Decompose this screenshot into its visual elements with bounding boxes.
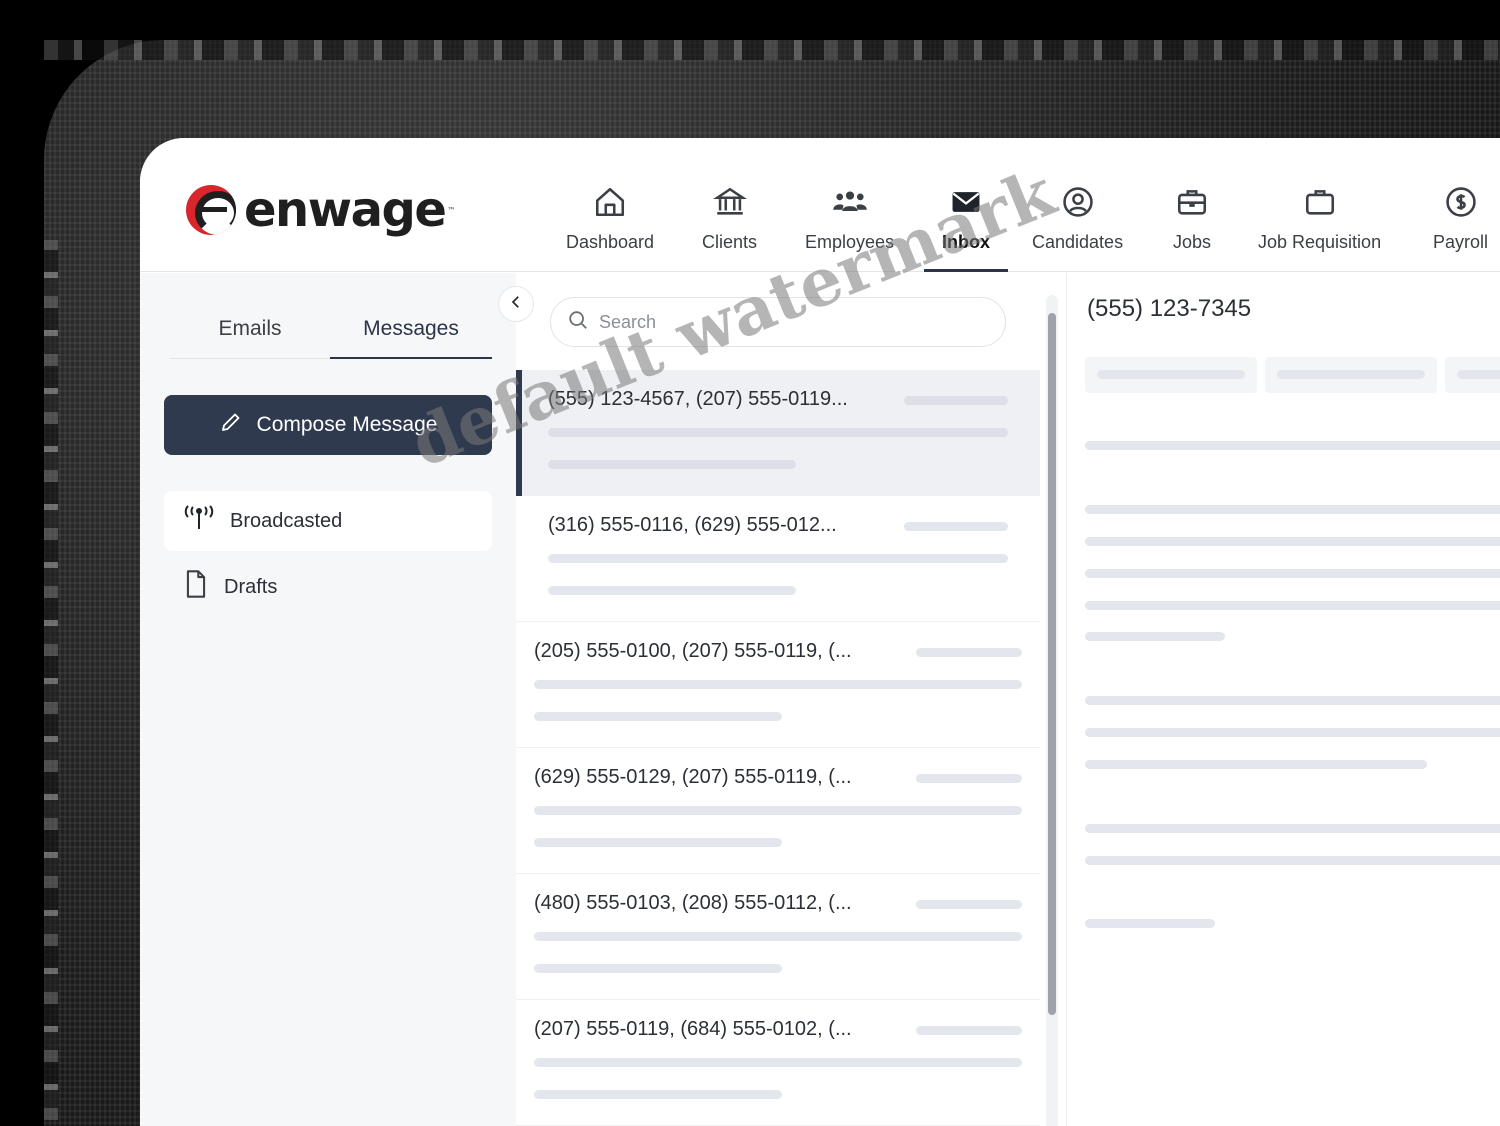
home-icon	[592, 184, 628, 220]
skeleton-line	[548, 428, 1008, 437]
nav-jobs-label: Jobs	[1173, 232, 1212, 252]
nav-payroll[interactable]: Payroll	[1433, 184, 1488, 272]
device-frame-edge	[44, 40, 1500, 60]
bag-icon	[1302, 184, 1338, 220]
tab-emails-label: Emails	[218, 317, 282, 340]
skeleton-line	[548, 460, 796, 469]
dollar-circle-icon	[1443, 184, 1479, 220]
skeleton-line	[904, 396, 1008, 405]
skeleton-line	[548, 586, 796, 595]
skeleton-line	[916, 774, 1022, 783]
message-recipients: (207) 555-0119, (684) 555-0102, (...	[534, 1018, 852, 1040]
skeleton-line	[1085, 824, 1500, 833]
skeleton-line	[1085, 537, 1500, 546]
nav-dashboard-label: Dashboard	[566, 232, 655, 252]
skeleton-line	[1085, 728, 1500, 737]
skeleton-line	[916, 648, 1022, 657]
skeleton-line	[904, 522, 1008, 531]
skeleton-line	[534, 838, 782, 847]
message-recipients: (629) 555-0129, (207) 555-0119, (...	[534, 766, 852, 788]
skeleton-line	[534, 1058, 1022, 1067]
skeleton-chip	[1265, 357, 1437, 393]
folder-broadcasted[interactable]: Broadcasted	[164, 491, 492, 551]
skeleton-line	[1085, 505, 1500, 514]
nav-candidates-label: Candidates	[1032, 232, 1124, 252]
inbox-tabs: Emails Messages	[170, 317, 492, 359]
skeleton-line	[916, 1026, 1022, 1035]
briefcase-icon	[1174, 184, 1210, 220]
folder-drafts[interactable]: Drafts	[164, 557, 492, 617]
folder-drafts-label: Drafts	[224, 575, 278, 598]
bank-icon	[712, 184, 748, 220]
skeleton-line	[916, 900, 1022, 909]
search-icon	[567, 309, 589, 336]
message-item[interactable]: (316) 555-0116, (629) 555-012...	[516, 496, 1040, 622]
skeleton-line	[534, 712, 782, 721]
nav-jobs[interactable]: Jobs	[1173, 184, 1211, 272]
skeleton-line	[1085, 441, 1500, 450]
skeleton-line	[1085, 569, 1500, 578]
device-frame-edge-left	[44, 240, 58, 1120]
message-recipients: (480) 555-0103, (208) 555-0112, (...	[534, 892, 852, 914]
nav-job-requisition-label: Job Requisition	[1258, 232, 1382, 252]
document-icon	[182, 569, 210, 605]
skeleton-line	[1097, 370, 1245, 379]
nav-clients[interactable]: Clients	[702, 184, 757, 272]
nav-payroll-label: Payroll	[1433, 232, 1489, 252]
message-detail-panel: (555) 123-7345	[1066, 273, 1500, 1126]
nav-clients-label: Clients	[702, 232, 758, 252]
broadcast-icon	[182, 504, 216, 538]
message-item[interactable]: (480) 555-0103, (208) 555-0112, (...	[516, 874, 1040, 1000]
skeleton-chip	[1085, 357, 1257, 393]
message-recipients: (316) 555-0116, (629) 555-012...	[548, 514, 837, 536]
skeleton-line	[1085, 856, 1500, 865]
skeleton-line	[548, 554, 1008, 563]
message-recipients: (205) 555-0100, (207) 555-0119, (...	[534, 640, 852, 662]
skeleton-chip	[1445, 357, 1500, 393]
skeleton-line	[1085, 919, 1215, 928]
skeleton-line	[534, 964, 782, 973]
tab-messages[interactable]: Messages	[330, 317, 492, 359]
message-item[interactable]: (207) 555-0119, (684) 555-0102, (...	[516, 1000, 1040, 1126]
skeleton-line	[1085, 601, 1500, 610]
skeleton-line	[534, 806, 1022, 815]
skeleton-line	[534, 680, 1022, 689]
skeleton-line	[1085, 632, 1225, 641]
nav-job-requisition[interactable]: Job Requisition	[1258, 184, 1381, 272]
tab-emails[interactable]: Emails	[170, 317, 330, 359]
message-item[interactable]: (629) 555-0129, (207) 555-0119, (...	[516, 748, 1040, 874]
people-icon	[832, 184, 868, 220]
skeleton-line	[1085, 696, 1500, 705]
skeleton-line	[1457, 370, 1500, 379]
tab-messages-label: Messages	[363, 317, 459, 340]
user-circle-icon	[1060, 184, 1096, 220]
chevron-left-icon	[507, 293, 525, 316]
detail-title: (555) 123-7345	[1087, 295, 1252, 322]
skeleton-line	[534, 932, 1022, 941]
list-scrollbar-thumb[interactable]	[1048, 313, 1056, 1015]
skeleton-line	[1277, 370, 1425, 379]
skeleton-line	[1085, 760, 1427, 769]
message-item[interactable]: (205) 555-0100, (207) 555-0119, (...	[516, 622, 1040, 748]
pencil-icon	[219, 410, 243, 440]
nav-dashboard[interactable]: Dashboard	[566, 184, 654, 272]
folder-broadcasted-label: Broadcasted	[230, 509, 343, 532]
skeleton-line	[534, 1090, 782, 1099]
collapse-sidebar-button[interactable]	[498, 286, 534, 322]
